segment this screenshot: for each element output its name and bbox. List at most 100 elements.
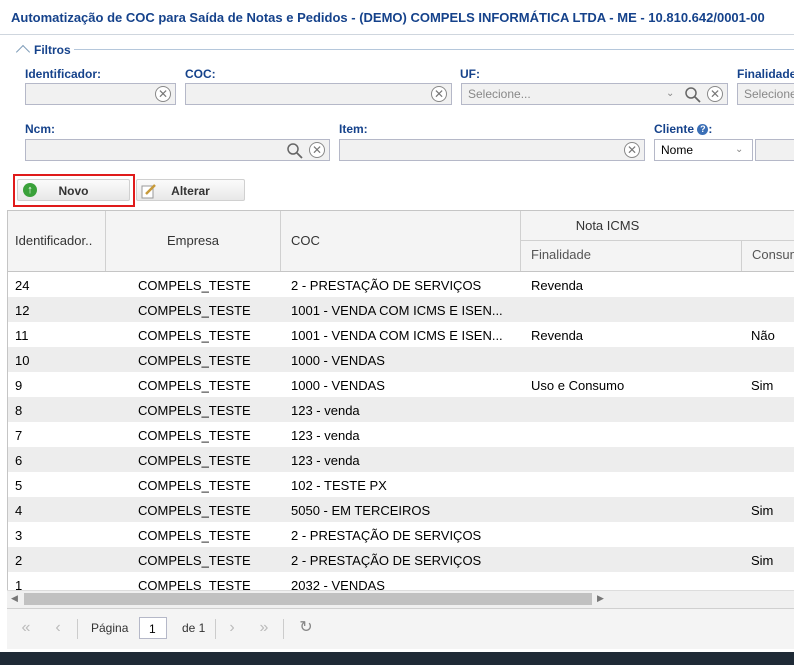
table-row[interactable]: 8 COMPELS_TESTE 123 - venda — [8, 397, 794, 422]
chevron-down-icon[interactable]: ⌄ — [735, 144, 747, 156]
separator — [215, 619, 216, 639]
separator — [283, 619, 284, 639]
table-row[interactable]: 12 COMPELS_TESTE 1001 - VENDA COM ICMS E I… — [8, 297, 794, 322]
help-icon[interactable]: ? — [697, 124, 709, 136]
clear-icon[interactable]: ✕ — [624, 142, 640, 158]
cell-consumo: Sim — [751, 503, 774, 518]
ncm-input[interactable]: ✕ — [25, 139, 330, 161]
cell-consumo: Sim — [751, 378, 774, 393]
clear-icon[interactable]: ✕ — [431, 86, 447, 102]
cliente-type-value: Nome — [661, 143, 694, 157]
cell-coc: 1000 - VENDAS — [291, 353, 385, 368]
finalidade-select[interactable]: Selecione — [737, 83, 794, 105]
cliente-input[interactable] — [755, 139, 794, 161]
prev-page-icon[interactable]: ‹ — [47, 617, 69, 639]
table-row[interactable]: 5 COMPELS_TESTE 102 - TESTE PX — [8, 472, 794, 497]
col-empresa[interactable]: Empresa — [106, 211, 281, 271]
table-row[interactable]: 6 COMPELS_TESTE 123 - venda — [8, 447, 794, 472]
cell-finalidade: Uso e Consumo — [531, 378, 625, 393]
cell-identificador: 9 — [15, 378, 23, 393]
search-icon[interactable] — [684, 86, 702, 104]
cell-identificador: 4 — [15, 503, 23, 518]
table-row[interactable]: 9 COMPELS_TESTE 1000 - VENDAS Uso e Consumo… — [8, 372, 794, 397]
window-title-bar: Automatização de COC para Saída de Notas… — [0, 0, 794, 35]
cell-coc: 1000 - VENDAS — [291, 378, 385, 393]
filters-legend[interactable]: Filtros — [14, 43, 74, 60]
cell-coc: 5050 - EM TERCEIROS — [291, 503, 431, 518]
cliente-label: Cliente ?: — [654, 122, 713, 136]
cell-finalidade: Revenda — [531, 328, 584, 343]
col-group-nota-icms: Nota ICMS — [521, 211, 794, 241]
last-page-icon[interactable]: » — [253, 617, 275, 639]
horizontal-scrollbar[interactable]: ◀ ▶ — [7, 590, 794, 608]
cliente-label-text: Cliente — [654, 122, 695, 136]
ncm-label: Ncm: — [25, 122, 56, 136]
cell-coc: 1001 - VENDA COM ICMS E ISEN... — [291, 303, 503, 318]
col-identificador[interactable]: Identificador.. — [8, 211, 106, 271]
alterar-button[interactable]: Alterar — [136, 179, 245, 201]
cell-finalidade: Revenda — [531, 278, 584, 293]
highlight-box — [13, 174, 135, 207]
page-label: Página — [91, 621, 129, 635]
os-taskbar — [0, 652, 794, 665]
first-page-icon[interactable]: « — [15, 617, 37, 639]
chevron-down-icon[interactable]: ⌄ — [666, 88, 678, 100]
clear-icon[interactable]: ✕ — [309, 142, 325, 158]
scroll-left-icon[interactable]: ◀ — [11, 593, 18, 604]
refresh-icon[interactable]: ↻ — [295, 617, 317, 639]
scroll-right-icon[interactable]: ▶ — [597, 593, 604, 604]
search-icon[interactable] — [286, 142, 304, 160]
cell-consumo: Não — [751, 328, 775, 343]
cell-coc: 2 - PRESTAÇÃO DE SERVIÇOS — [291, 278, 482, 293]
table-row[interactable]: 2 COMPELS_TESTE 2 - PRESTAÇÃO DE SERVIÇOS S… — [8, 547, 794, 572]
cell-identificador: 3 — [15, 528, 23, 543]
cell-coc: 123 - venda — [291, 403, 360, 418]
cell-empresa: COMPELS_TESTE — [138, 478, 251, 493]
cell-coc: 123 - venda — [291, 428, 360, 443]
clear-icon[interactable]: ✕ — [707, 86, 723, 102]
next-page-icon[interactable]: › — [221, 617, 243, 639]
table-row[interactable]: 11 COMPELS_TESTE 1001 - VENDA COM ICMS E I… — [8, 322, 794, 347]
scrollbar-thumb[interactable] — [24, 593, 592, 605]
page-number-input[interactable]: 1 — [139, 617, 167, 639]
collapse-icon[interactable] — [15, 44, 31, 60]
cell-empresa: COMPELS_TESTE — [138, 278, 251, 293]
uf-placeholder: Selecione... — [468, 87, 531, 101]
cell-empresa: COMPELS_TESTE — [138, 353, 251, 368]
table-row[interactable]: 4 COMPELS_TESTE 5050 - EM TERCEIROS Sim — [8, 497, 794, 522]
col-coc[interactable]: COC — [281, 211, 521, 271]
cell-empresa: COMPELS_TESTE — [138, 553, 251, 568]
uf-label: UF: — [460, 67, 480, 81]
col-finalidade[interactable]: Finalidade — [521, 241, 742, 271]
identificador-input[interactable]: ✕ — [25, 83, 176, 105]
cliente-type-select[interactable]: Nome ⌄ — [654, 139, 753, 161]
table-row[interactable]: 10 COMPELS_TESTE 1000 - VENDAS — [8, 347, 794, 372]
cell-identificador: 11 — [15, 328, 29, 343]
finalidade-placeholder: Selecione — [744, 87, 794, 101]
cell-coc: 102 - TESTE PX — [291, 478, 387, 493]
cell-empresa: COMPELS_TESTE — [138, 303, 251, 318]
uf-select[interactable]: Selecione... ⌄ ✕ — [461, 83, 728, 105]
item-label: Item: — [339, 122, 368, 136]
filters-legend-label: Filtros — [34, 43, 71, 57]
grid-header: Identificador.. Empresa COC Nota ICMS Fi… — [8, 211, 794, 272]
paging-toolbar: « ‹ Página 1 de 1 › » ↻ — [7, 608, 794, 649]
alterar-button-label: Alterar — [171, 184, 210, 198]
cell-empresa: COMPELS_TESTE — [138, 453, 251, 468]
table-row[interactable]: 7 COMPELS_TESTE 123 - venda — [8, 422, 794, 447]
cell-identificador: 2 — [15, 553, 23, 568]
cell-identificador: 5 — [15, 478, 23, 493]
table-row[interactable]: 3 COMPELS_TESTE 2 - PRESTAÇÃO DE SERVIÇOS — [8, 522, 794, 547]
cell-coc: 123 - venda — [291, 453, 360, 468]
window-title: Automatização de COC para Saída de Notas… — [11, 10, 765, 25]
item-input[interactable]: ✕ — [339, 139, 645, 161]
cell-coc: 2 - PRESTAÇÃO DE SERVIÇOS — [291, 553, 482, 568]
coc-input[interactable]: ✕ — [185, 83, 452, 105]
clear-icon[interactable]: ✕ — [155, 86, 171, 102]
cell-empresa: COMPELS_TESTE — [138, 403, 251, 418]
finalidade-label: Finalidade — [737, 67, 794, 81]
table-row[interactable]: 24 COMPELS_TESTE 2 - PRESTAÇÃO DE SERVIÇOS… — [8, 272, 794, 297]
cell-identificador: 6 — [15, 453, 23, 468]
col-consumo[interactable]: Consum — [742, 241, 794, 271]
page-total-label: de 1 — [182, 621, 206, 635]
